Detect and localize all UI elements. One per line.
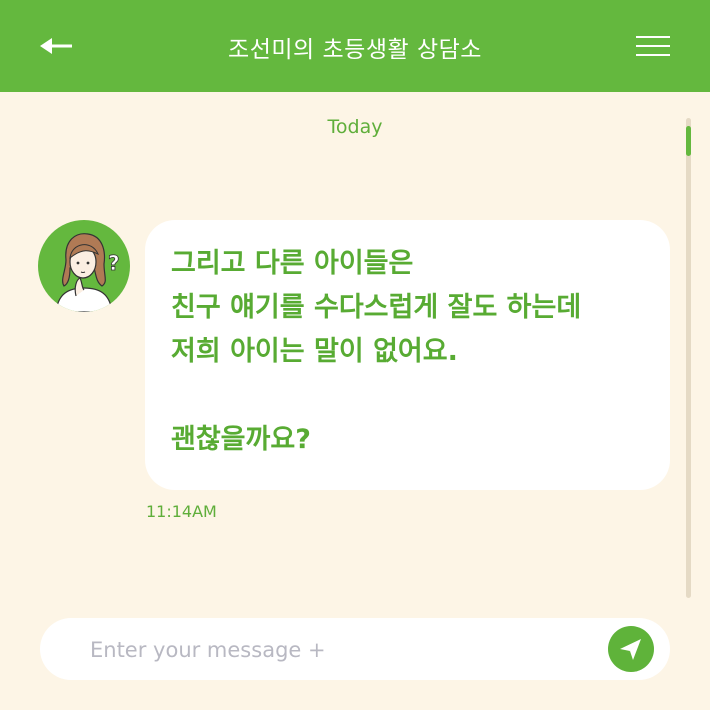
send-icon — [620, 639, 641, 660]
date-divider: Today — [327, 116, 383, 138]
menu-button[interactable] — [636, 36, 672, 58]
counselor-avatar: ? — [38, 220, 130, 312]
hamburger-menu-icon — [636, 36, 670, 38]
send-button[interactable] — [608, 626, 654, 672]
message-bubble: 그리고 다른 아이들은 친구 얘기를 수다스럽게 잘도 하는데 저희 아이는 말… — [145, 220, 670, 490]
avatar-illustration: ? — [55, 233, 120, 312]
app-header: 조선미의 초등생활 상담소 — [0, 0, 710, 92]
chat-title: 조선미의 초등생활 상담소 — [228, 37, 482, 63]
message-timestamp: 11:14AM — [146, 502, 217, 521]
svg-text:?: ? — [108, 251, 120, 275]
scroll-thumb[interactable] — [686, 126, 691, 156]
composer — [40, 618, 670, 680]
message-input[interactable] — [88, 632, 592, 668]
scrollbar[interactable] — [686, 118, 691, 598]
message-text: 그리고 다른 아이들은 친구 얘기를 수다스럽게 잘도 하는데 저희 아이는 말… — [171, 248, 582, 455]
